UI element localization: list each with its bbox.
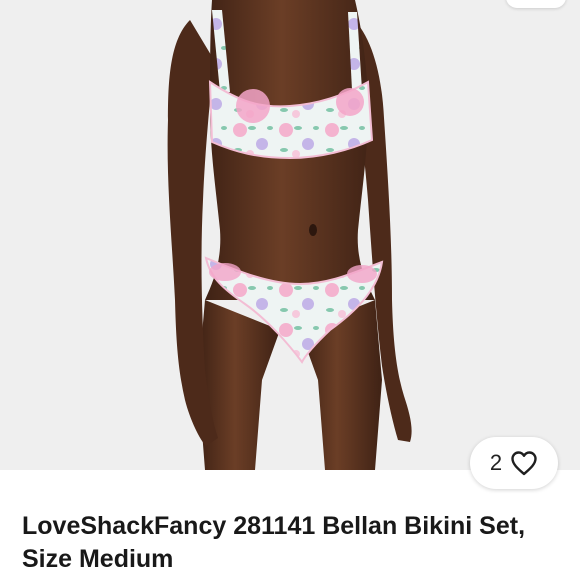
like-button[interactable]: 2: [470, 437, 558, 489]
product-photo-area[interactable]: [0, 0, 580, 470]
heart-outline-icon: [511, 451, 537, 476]
product-photo: [167, 0, 412, 470]
like-count: 2: [489, 450, 503, 475]
listing-title: LoveShackFancy 281141 Bellan Bikini Set,…: [22, 512, 526, 573]
